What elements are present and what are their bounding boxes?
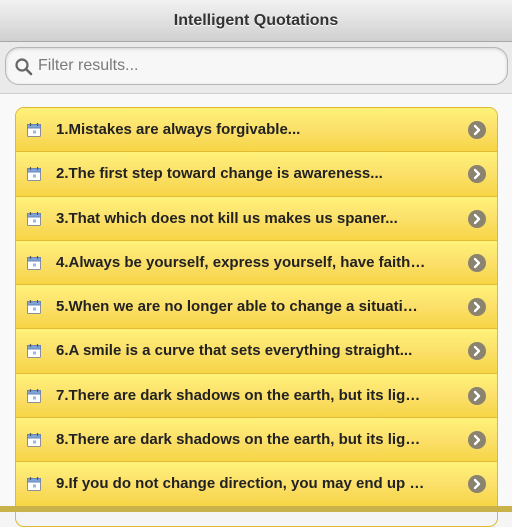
bottom-edge [0,506,512,512]
chevron-right-icon[interactable] [468,342,486,361]
calendar-icon [27,167,41,182]
chevron-right-icon[interactable] [468,253,486,272]
list-item-5[interactable]: 5.When we are no longer able to change a… [16,285,497,330]
list-item-label: 8.There are dark shadows on the earth, b… [56,431,426,449]
calendar-icon [27,300,41,315]
calendar-icon [27,255,41,270]
search-field[interactable] [5,47,508,85]
chevron-right-icon[interactable] [468,431,486,450]
chevron-right-icon[interactable] [468,121,486,139]
list-item-1[interactable]: 1.Mistakes are always forgivable... [16,108,497,153]
list-item-label: 7.There are dark shadows on the earth, b… [56,386,426,404]
search-bar [0,42,512,94]
list-item-8[interactable]: 8.There are dark shadows on the earth, b… [16,418,497,463]
list-item-3[interactable]: 3.That which does not kill us makes us s… [16,196,497,241]
list-item-label: 1.Mistakes are always forgivable... [56,121,301,138]
app-header: Intelligent Quotations [0,0,512,42]
content-area: 1.Mistakes are always forgivable... 2.Th… [0,94,512,527]
search-icon [15,58,33,76]
search-input[interactable] [36,52,500,80]
chevron-right-icon[interactable] [468,165,486,184]
calendar-icon [27,388,41,403]
list-item-6[interactable]: 6.A smile is a curve that sets everythin… [16,329,497,374]
list-item-label: 6.A smile is a curve that sets everythin… [56,342,413,360]
list-item-4[interactable]: 4.Always be yourself, express yourself, … [16,240,497,286]
page-title: Intelligent Quotations [173,11,339,29]
list-item-label: 5.When we are no longer able to change a… [56,298,426,316]
calendar-icon [27,123,41,137]
list-item-9[interactable]: 9.If you do not change direction, you ma… [16,462,497,507]
list-item-7[interactable]: 7.There are dark shadows on the earth, b… [16,373,497,419]
calendar-icon [27,344,41,359]
calendar-icon [27,477,41,492]
chevron-right-icon[interactable] [468,209,486,228]
list-item-label: 4.Always be yourself, express yourself, … [56,253,426,271]
chevron-right-icon[interactable] [468,298,486,317]
list-item-label: 3.That which does not kill us makes us s… [56,209,398,227]
chevron-right-icon[interactable] [468,386,486,405]
quotation-list: 1.Mistakes are always forgivable... 2.Th… [15,107,498,527]
chevron-right-icon[interactable] [468,475,486,494]
calendar-icon [27,211,41,226]
list-item-2[interactable]: 2.The first step toward change is awaren… [16,152,497,197]
list-item-label: 2.The first step toward change is awaren… [56,165,383,183]
list-item-label: 9.If you do not change direction, you ma… [56,475,426,493]
calendar-icon [27,433,41,448]
